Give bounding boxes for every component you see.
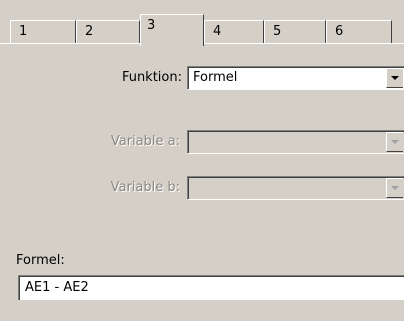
- funktion-label: Funktion:: [121, 70, 182, 85]
- formel-label: Formel:: [16, 253, 65, 268]
- variable-a-select[interactable]: [187, 130, 404, 154]
- variable-b-dropdown-button[interactable]: [386, 178, 403, 198]
- tab-5[interactable]: 5: [264, 20, 326, 44]
- tab-1[interactable]: 1: [10, 20, 76, 44]
- dialog-panel: 1 2 3 4 5 6 Funktion: Formel Variable a:…: [0, 0, 404, 321]
- variable-b-select[interactable]: [187, 176, 404, 200]
- tab-4[interactable]: 4: [204, 20, 264, 44]
- funktion-select-value: Formel: [193, 70, 238, 85]
- tab-label: 2: [85, 24, 94, 39]
- tab-label: 4: [213, 24, 222, 39]
- formel-input[interactable]: AE1 - AE2: [18, 275, 404, 300]
- variable-a-dropdown-button[interactable]: [386, 132, 403, 152]
- variable-b-label: Variable b:: [110, 180, 180, 195]
- tab-label: 5: [273, 24, 282, 39]
- funktion-select[interactable]: Formel: [187, 66, 404, 90]
- funktion-dropdown-button[interactable]: [386, 68, 403, 88]
- chevron-down-icon: [391, 76, 399, 80]
- tab-6[interactable]: 6: [326, 20, 392, 44]
- tab-2[interactable]: 2: [76, 20, 140, 44]
- variable-a-label: Variable a:: [110, 134, 180, 149]
- tab-label: 1: [19, 24, 28, 39]
- chevron-down-icon: [391, 186, 399, 190]
- tab-label: 3: [147, 18, 156, 33]
- chevron-down-icon: [391, 140, 399, 144]
- formel-input-value: AE1 - AE2: [25, 280, 89, 295]
- tab-3[interactable]: 3: [140, 14, 204, 46]
- tab-label: 6: [335, 24, 344, 39]
